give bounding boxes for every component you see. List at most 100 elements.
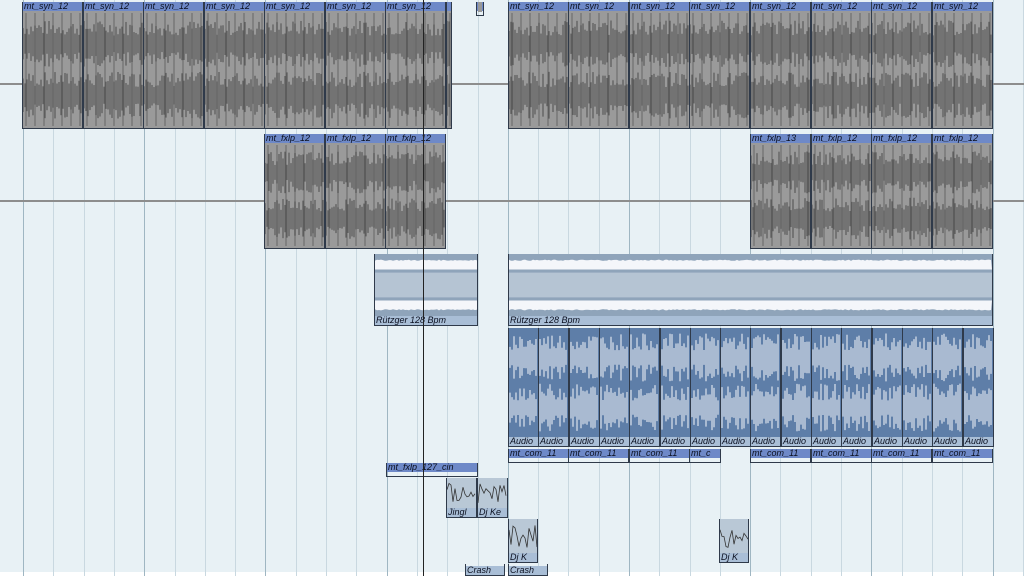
ruzger-part[interactable]: Rützger 128 Bpm — [508, 254, 993, 326]
waveform — [23, 11, 82, 128]
synth-part[interactable]: mt_syn_12 — [143, 2, 204, 129]
djk-part[interactable]: Dj K — [719, 519, 749, 563]
waveform — [569, 11, 628, 128]
fxlp-part[interactable]: mt_fxlp_12 — [264, 134, 325, 249]
waveform — [509, 458, 568, 462]
com-part[interactable]: mt_com_11 — [871, 449, 932, 463]
part-label: Audio — [751, 437, 780, 446]
part-label: Audio — [570, 437, 599, 446]
jingle-part[interactable]: Dj Ke — [477, 478, 508, 518]
cursor-marker-icon[interactable] — [478, 2, 482, 12]
part-label: mt_fxlp_12 — [812, 134, 871, 143]
part-label: Crash — [509, 566, 547, 575]
fxlp-part[interactable]: mt_fxlp_12 — [325, 134, 386, 249]
waveform — [630, 458, 689, 462]
fxlp-part[interactable]: mt_fxlp_12 — [932, 134, 993, 249]
waveform — [690, 458, 720, 462]
com-part[interactable]: mt_com_11 — [750, 449, 811, 463]
synth-part[interactable]: mt_syn_12 — [932, 2, 993, 129]
synth-part[interactable]: mt_syn_12 — [568, 2, 629, 129]
waveform — [872, 143, 931, 248]
part-label: mt_syn_12 — [84, 2, 143, 11]
audio-part[interactable]: Audio — [902, 328, 933, 447]
synth-part[interactable]: mt_syn_12 — [750, 2, 811, 129]
com-part[interactable]: mt_com_11 — [508, 449, 569, 463]
waveform — [478, 478, 507, 508]
waveform — [933, 458, 992, 462]
synth-part[interactable]: mt_syn_12 — [871, 2, 932, 129]
audio-part[interactable]: Audio — [932, 328, 963, 447]
fxlp-part[interactable]: mt_fxlp_12 — [811, 134, 872, 249]
waveform — [630, 328, 659, 437]
playback-cursor-icon[interactable] — [423, 0, 424, 576]
synth-part[interactable]: mt_syn_12 — [264, 2, 325, 129]
part-label: Audio — [691, 437, 720, 446]
part-label: Audio — [509, 437, 538, 446]
waveform — [326, 11, 385, 128]
part-label: mt_com_11 — [751, 449, 810, 458]
part-label: mt_syn_12 — [812, 2, 871, 11]
audio-part[interactable]: Audio — [508, 328, 539, 447]
waveform — [903, 328, 932, 437]
synth-part[interactable] — [446, 2, 452, 129]
waveform — [265, 143, 324, 248]
waveform — [933, 328, 962, 437]
part-label: mt_syn_12 — [265, 2, 324, 11]
part-label: mt_c — [690, 449, 720, 458]
audio-part[interactable]: Audio — [781, 328, 812, 447]
synth-part[interactable]: mt_syn_12 — [811, 2, 872, 129]
audio-part[interactable]: Audio — [569, 328, 600, 447]
waveform — [447, 11, 451, 128]
part-label: mt_syn_12 — [326, 2, 385, 11]
fxlp127-part[interactable]: mt_fxlp_127_cin — [386, 463, 478, 477]
jingle-part[interactable]: Jingl — [446, 478, 477, 518]
waveform — [751, 458, 810, 462]
waveform — [570, 328, 599, 437]
audio-part[interactable]: Audio — [872, 328, 903, 447]
com-part[interactable]: mt_com_11 — [932, 449, 993, 463]
fxlp-part[interactable]: mt_fxlp_12 — [871, 134, 932, 249]
synth-part[interactable]: mt_syn_12 — [508, 2, 569, 129]
audio-part[interactable]: Audio — [841, 328, 872, 447]
synth-part[interactable]: mt_syn_12 — [204, 2, 265, 129]
audio-part[interactable]: Audio — [811, 328, 842, 447]
waveform — [842, 328, 871, 437]
waveform — [751, 11, 810, 128]
djk-part[interactable]: Dj K — [508, 519, 538, 563]
synth-part[interactable]: mt_syn_12 — [385, 2, 446, 129]
part-label: Audio — [630, 437, 659, 446]
synth-part[interactable]: mt_syn_12 — [83, 2, 144, 129]
waveform — [509, 11, 568, 128]
synth-part[interactable]: mt_syn_12 — [629, 2, 690, 129]
synth-part[interactable]: mt_syn_12 — [325, 2, 386, 129]
waveform — [812, 143, 871, 248]
part-label: Audio — [842, 437, 871, 446]
com-part[interactable]: mt_com_11 — [629, 449, 690, 463]
audio-part[interactable]: Audio — [750, 328, 781, 447]
waveform — [690, 11, 749, 128]
synth-part[interactable]: mt_syn_12 — [22, 2, 83, 129]
audio-part[interactable]: Audio — [538, 328, 569, 447]
com-part[interactable]: mt_com_11 — [568, 449, 629, 463]
waveform — [812, 11, 871, 128]
synth-part[interactable]: mt_syn_12 — [689, 2, 750, 129]
fxlp-part[interactable]: mt_fxlp_12 — [385, 134, 446, 249]
audio-part[interactable]: Audio — [690, 328, 721, 447]
ruzger-part[interactable]: Rützger 128 Bpm — [374, 254, 478, 326]
audio-part[interactable]: Audio — [629, 328, 660, 447]
part-label: mt_com_11 — [933, 449, 992, 458]
part-label: mt_syn_12 — [630, 2, 689, 11]
crash-part[interactable]: Crash — [508, 564, 548, 576]
audio-part[interactable]: Audio — [963, 328, 994, 447]
waveform — [386, 11, 445, 128]
audio-part[interactable]: Audio — [599, 328, 630, 447]
com-part[interactable]: mt_com_11 — [811, 449, 872, 463]
fxlp-part[interactable]: mt_fxlp_13 — [750, 134, 811, 249]
waveform — [509, 519, 537, 553]
audio-part[interactable]: Audio — [660, 328, 691, 447]
part-label: Audio — [721, 437, 750, 446]
com-part[interactable]: mt_c — [689, 449, 721, 463]
crash-part[interactable]: Crash — [465, 564, 505, 576]
audio-part[interactable]: Audio — [720, 328, 751, 447]
waveform — [873, 328, 902, 437]
